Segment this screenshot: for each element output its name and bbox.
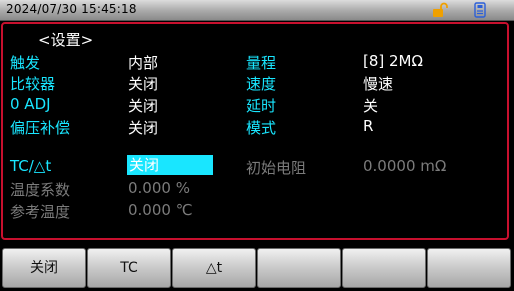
speed-label: 速度: [246, 75, 277, 93]
ref-temp-label: 参考温度: [10, 203, 71, 221]
mode-value[interactable]: R: [363, 117, 373, 135]
trigger-value[interactable]: 内部: [128, 52, 158, 73]
datetime: 2024/07/30 15:45:18: [6, 2, 137, 16]
unlock-icon: [433, 2, 448, 17]
temp-coef-value[interactable]: 0.000 %: [128, 179, 190, 197]
speed-value[interactable]: 慢速: [363, 73, 393, 94]
initial-resistance-label: 初始电阻: [246, 159, 307, 177]
softkey-delta-t[interactable]: △t: [172, 248, 256, 288]
trigger-label: 触发: [10, 54, 41, 72]
usb-icon: [474, 2, 486, 18]
delay-value[interactable]: 关: [363, 95, 378, 116]
status-bar: 2024/07/30 15:45:18: [0, 0, 514, 21]
comparator-label: 比较器: [10, 75, 56, 93]
mode-label: 模式: [246, 119, 277, 137]
range-value[interactable]: [8] 2MΩ: [363, 52, 423, 70]
initial-resistance-value[interactable]: 0.0000 mΩ: [363, 157, 446, 175]
softkey-6[interactable]: [427, 248, 511, 288]
bias-comp-label: 偏压补偿: [10, 119, 71, 137]
temp-coef-label: 温度系数: [10, 181, 71, 199]
softkey-off[interactable]: 关闭: [2, 248, 86, 288]
page-title: <设置>: [38, 31, 94, 49]
comparator-value[interactable]: 关闭: [128, 73, 158, 94]
tc-label: TC/△t: [10, 157, 52, 175]
delay-label: 延时: [246, 97, 277, 115]
bias-comp-value[interactable]: 关闭: [128, 117, 158, 138]
zero-adj-label: 0 ADJ: [10, 95, 51, 113]
range-label: 量程: [246, 54, 277, 72]
softkey-4[interactable]: [257, 248, 341, 288]
zero-adj-value[interactable]: 关闭: [128, 95, 158, 116]
ref-temp-value[interactable]: 0.000 ℃: [128, 201, 193, 219]
softkey-tc[interactable]: TC: [87, 248, 171, 288]
tc-value-selected[interactable]: 关闭: [127, 155, 213, 175]
softkey-5[interactable]: [342, 248, 426, 288]
